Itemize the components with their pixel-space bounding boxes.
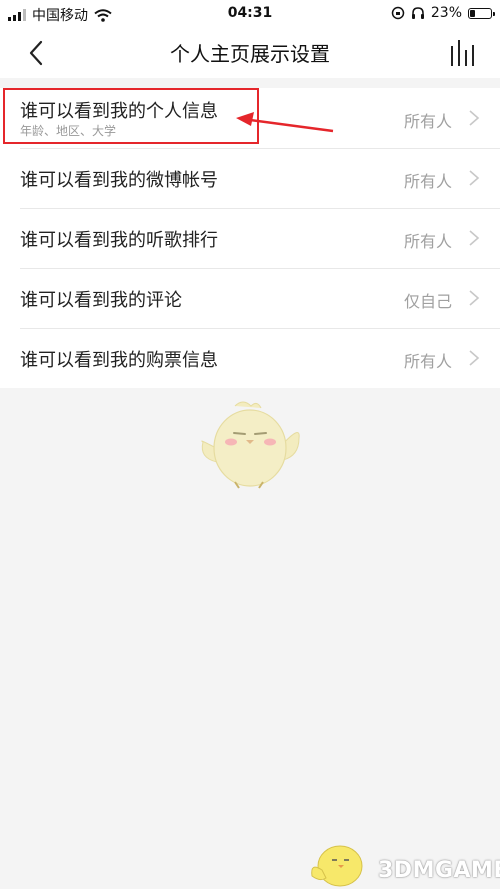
chevron-right-icon <box>469 350 480 366</box>
mascot-illustration <box>201 401 300 489</box>
setting-title: 谁可以看到我的购票信息 <box>20 350 218 371</box>
setting-row-comments[interactable]: 谁可以看到我的评论 仅自己 <box>0 268 500 328</box>
setting-row-ticket-info[interactable]: 谁可以看到我的购票信息 所有人 <box>0 328 500 388</box>
setting-title: 谁可以看到我的评论 <box>20 290 182 311</box>
setting-title: 谁可以看到我的听歌排行 <box>20 230 218 251</box>
setting-value: 仅自己 <box>403 292 452 311</box>
setting-value: 所有人 <box>403 352 452 371</box>
chevron-right-icon <box>469 230 480 246</box>
watermark-text: 3DMGAME <box>378 858 500 883</box>
setting-row-listening-ranking[interactable]: 谁可以看到我的听歌排行 所有人 <box>0 208 500 268</box>
setting-value: 所有人 <box>403 232 452 251</box>
chevron-right-icon <box>469 290 480 306</box>
annotation-arrow-icon <box>236 112 334 133</box>
